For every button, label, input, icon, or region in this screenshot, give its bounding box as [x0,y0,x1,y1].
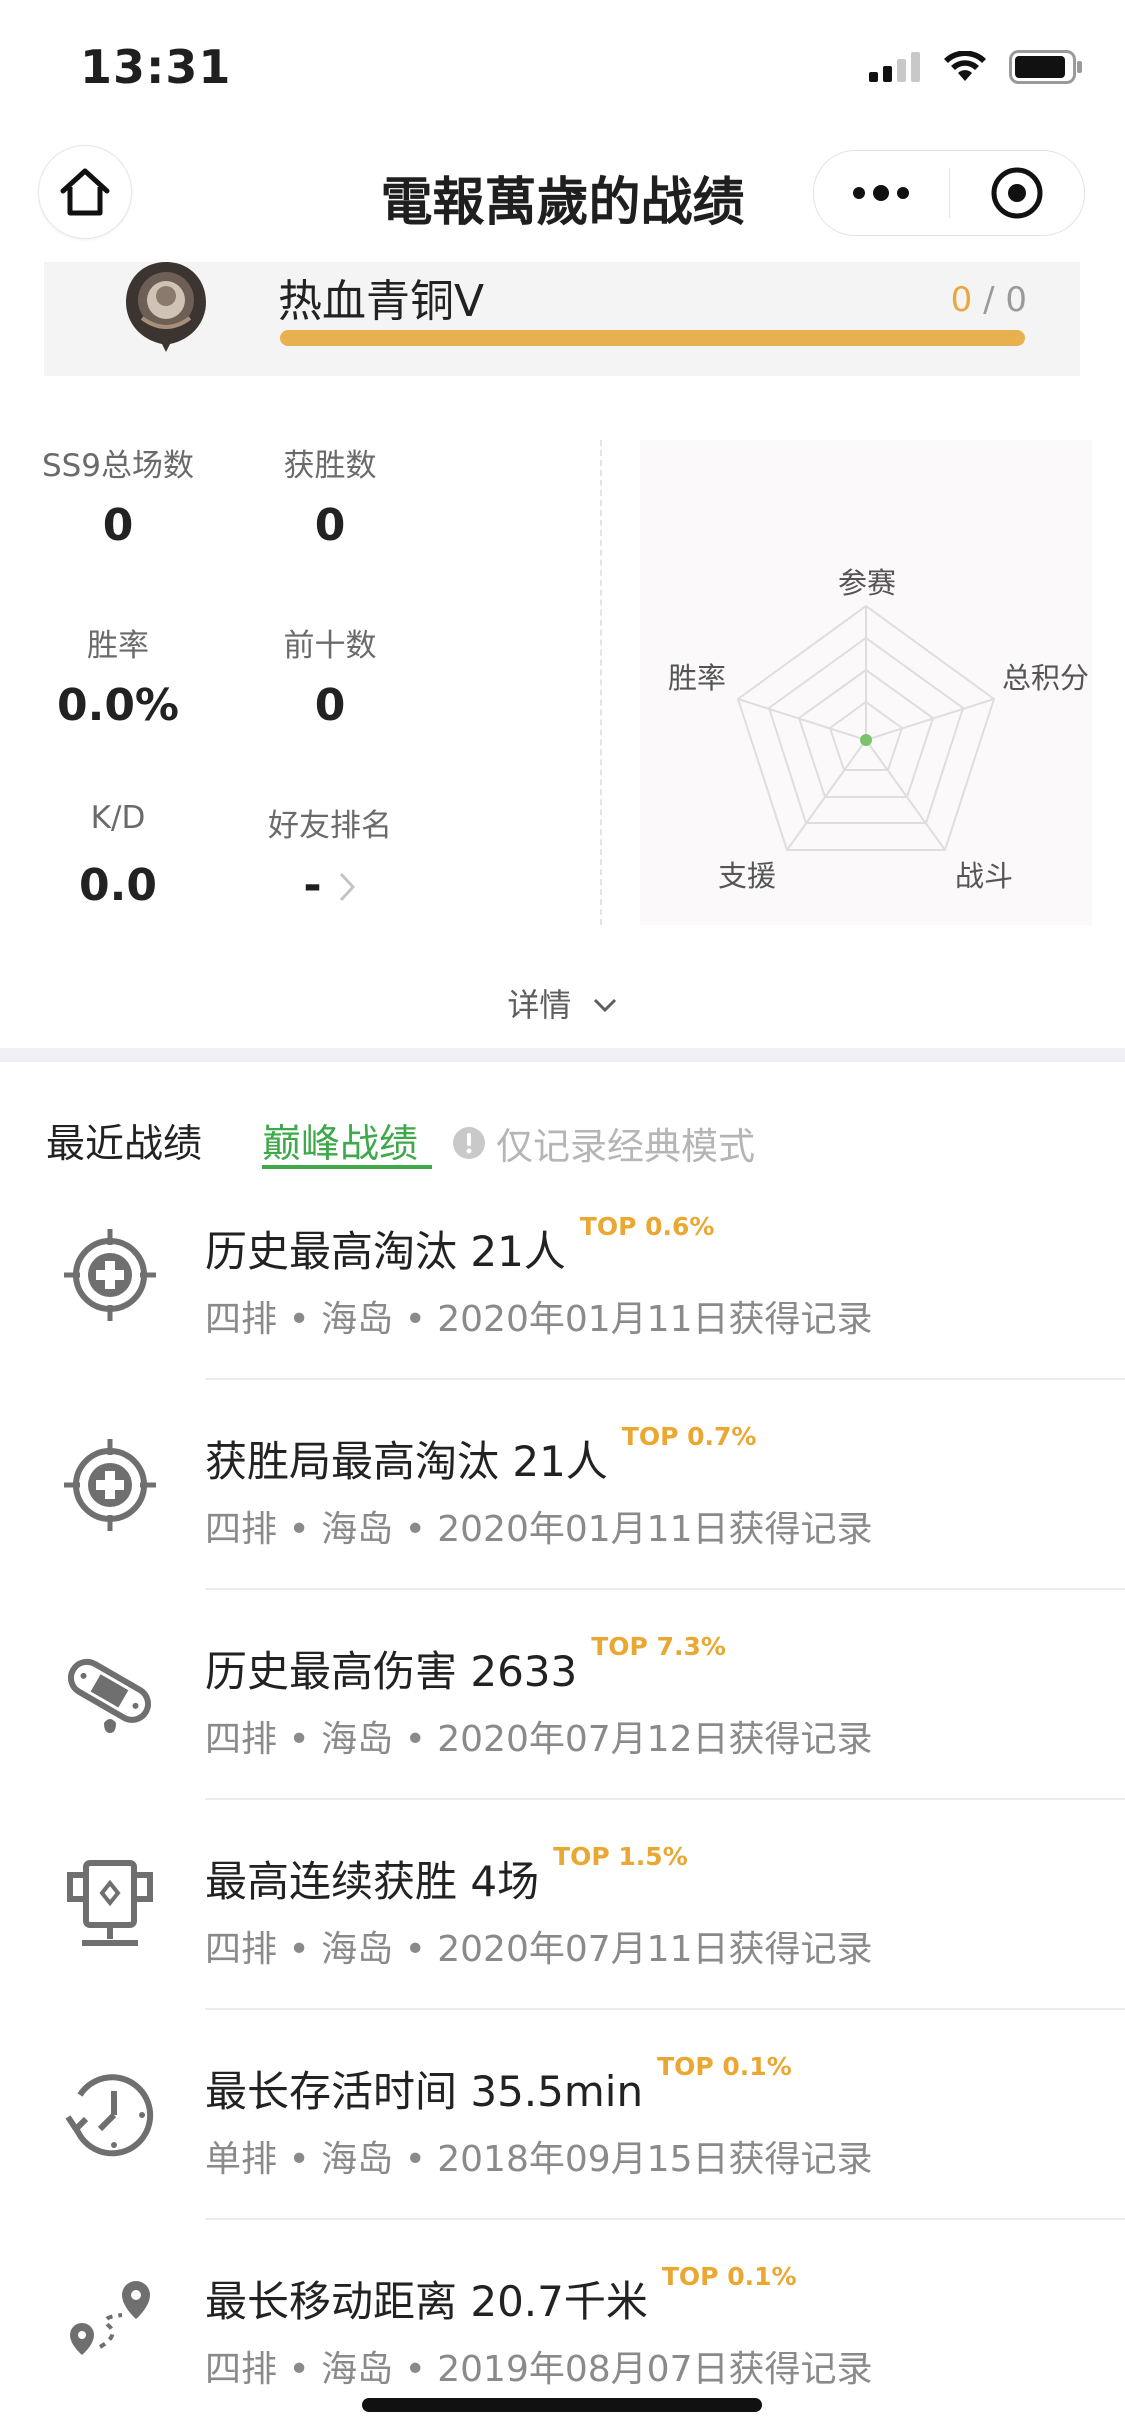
record-top-badge: TOP 1.5% [553,1842,688,1871]
record-title: 最长移动距离 20.7千米TOP 0.1% [205,2262,797,2326]
more-dots-icon [853,185,910,201]
list-divider [205,2218,1125,2220]
classic-mode-note: 仅记录经典模式 [452,1116,755,1170]
stat-label-friend-rank: 好友排名 [268,808,392,844]
radar-label-win-rate: 胜率 [668,661,727,695]
record-top-badge: TOP 0.6% [579,1212,715,1241]
tab-recent-records[interactable]: 最近战绩 [46,1113,202,1169]
crosshair-icon [64,1229,156,1321]
radar-label-participation: 参赛 [838,566,897,600]
stat-value-kd: 0.0 [79,860,157,911]
record-top-badge: TOP 0.1% [661,2262,797,2291]
details-toggle[interactable]: 详情 [0,980,1125,1026]
record-subtitle: 四排 • 海岛 • 2020年07月11日获得记录 [205,1929,873,1970]
classic-mode-note-text: 仅记录经典模式 [496,1125,755,1168]
stat-value-win-rate: 0.0% [56,680,180,731]
record-top-badge: TOP 0.7% [621,1422,757,1451]
radar-label-combat: 战斗 [955,859,1014,893]
list-divider [205,1798,1125,1800]
rank-progress-bar [280,330,1025,346]
friend-rank-link[interactable]: - [220,860,440,911]
rank-score-total: 0 [1005,280,1027,320]
record-title: 获胜局最高淘汰 21人TOP 0.7% [205,1422,757,1486]
stat-value-top-ten: 0 [314,680,346,731]
status-icons [869,50,1083,84]
target-close-icon [991,167,1043,219]
tab-peak-records[interactable]: 巅峰战绩 [262,1113,418,1169]
cellular-signal-icon [869,52,920,82]
section-divider [0,1048,1125,1062]
mini-program-capsule [813,150,1085,236]
rank-name: 热血青铜V [278,276,485,327]
chevron-down-icon [593,998,616,1013]
stat-label-top-ten: 前十数 [283,628,377,664]
tab-active-indicator [262,1165,432,1169]
stat-label-kd: K/D [90,800,146,836]
rank-score-separator: / [983,280,995,320]
trophy-icon [67,1860,153,1946]
battery-icon [1009,50,1082,84]
details-label: 详情 [507,986,572,1024]
stat-value-wins: 0 [314,500,346,551]
stats-divider [600,440,602,925]
record-top-badge: TOP 0.1% [657,2052,792,2081]
rank-score: 0 / 0 [951,280,1027,320]
status-time: 13:31 [80,40,232,94]
close-mini-program-button[interactable] [950,151,1085,235]
more-button[interactable] [814,151,949,235]
crosshair-icon [64,1439,156,1531]
home-indicator [362,2398,762,2412]
radar-label-support: 支援 [718,859,777,893]
info-exclamation-icon [453,1127,485,1159]
record-title: 历史最高淘汰 21人TOP 0.6% [205,1212,715,1276]
record-title: 最长存活时间 35.5minTOP 0.1% [205,2052,792,2116]
bronze-rank-badge-icon [126,262,206,352]
clock-icon [65,2074,154,2157]
list-divider [205,1378,1125,1380]
record-subtitle: 四排 • 海岛 • 2020年01月11日获得记录 [205,1299,873,1340]
stat-value-total-matches: 0 [102,500,134,551]
record-subtitle: 单排 • 海岛 • 2018年09月15日获得记录 [205,2139,873,2180]
list-divider [205,2008,1125,2010]
route-icon [70,2281,150,2355]
radar-data-point [860,734,872,746]
record-subtitle: 四排 • 海岛 • 2020年01月11日获得记录 [205,1509,873,1550]
bandage-icon [67,1658,152,1733]
chevron-right-icon [339,872,355,902]
stat-label-wins: 获胜数 [283,448,377,484]
wifi-icon [944,51,986,81]
record-title: 历史最高伤害 2633TOP 7.3% [205,1632,726,1696]
rank-score-current: 0 [950,280,973,320]
stat-label-total-matches: SS9总场数 [41,448,195,484]
record-subtitle: 四排 • 海岛 • 2020年07月12日获得记录 [205,1719,873,1760]
record-subtitle: 四排 • 海岛 • 2019年08月07日获得记录 [205,2349,873,2390]
stat-label-win-rate: 胜率 [87,628,149,664]
radar-label-total-points: 总积分 [1002,661,1090,695]
stat-value-friend-rank: - [303,860,322,911]
record-title: 最高连续获胜 4场TOP 1.5% [205,1842,688,1906]
record-top-badge: TOP 7.3% [591,1632,726,1661]
list-divider [205,1588,1125,1590]
